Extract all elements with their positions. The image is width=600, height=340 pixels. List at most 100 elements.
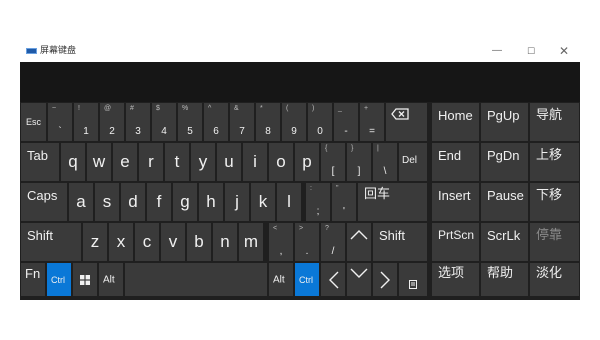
key-z[interactable]: z bbox=[83, 223, 107, 261]
key-5[interactable]: % 5 bbox=[178, 103, 202, 141]
key-base-label: 5 bbox=[187, 126, 193, 137]
key-4[interactable]: $ 4 bbox=[152, 103, 176, 141]
key-label: t bbox=[174, 152, 180, 171]
key-help[interactable]: 帮助 bbox=[481, 263, 528, 296]
key-move-down[interactable]: 下移 bbox=[530, 183, 579, 221]
key-label: h bbox=[206, 192, 216, 211]
key-nav[interactable]: 导航 bbox=[530, 103, 579, 141]
key-q[interactable]: q bbox=[61, 143, 85, 181]
key-i[interactable]: i bbox=[243, 143, 267, 181]
key-s[interactable]: s bbox=[95, 183, 119, 221]
key-minus[interactable]: _ - bbox=[334, 103, 358, 141]
key-6[interactable]: ^ 6 bbox=[204, 103, 228, 141]
key-f[interactable]: f bbox=[147, 183, 171, 221]
key-backtick[interactable]: ~ ` bbox=[48, 103, 72, 141]
key-fade[interactable]: 淡化 bbox=[530, 263, 579, 296]
key-8[interactable]: * 8 bbox=[256, 103, 280, 141]
key-ctrl-left[interactable]: Ctrl bbox=[47, 263, 71, 296]
key-y[interactable]: y bbox=[191, 143, 215, 181]
arrow-up-icon bbox=[347, 223, 371, 261]
key-end[interactable]: End bbox=[432, 143, 479, 181]
key-arrow-down[interactable] bbox=[347, 263, 371, 296]
title-bar bbox=[0, 40, 600, 62]
key-prtscn[interactable]: PrtScn bbox=[432, 223, 479, 261]
key-shift-left[interactable]: Shift bbox=[21, 223, 81, 261]
key-insert[interactable]: Insert bbox=[432, 183, 479, 221]
key-label: Shift bbox=[27, 228, 54, 243]
key-w[interactable]: w bbox=[87, 143, 111, 181]
key-7[interactable]: & 7 bbox=[230, 103, 254, 141]
key-shift-label: ^ bbox=[208, 105, 212, 112]
key-quote[interactable]: " ' bbox=[332, 183, 356, 221]
minimize-button[interactable]: — bbox=[490, 44, 504, 58]
key-label: a bbox=[76, 192, 86, 211]
key-e[interactable]: e bbox=[113, 143, 137, 181]
key-pgdn[interactable]: PgDn bbox=[481, 143, 528, 181]
key-g[interactable]: g bbox=[173, 183, 197, 221]
key-move-up[interactable]: 上移 bbox=[530, 143, 579, 181]
key-menu[interactable] bbox=[399, 263, 427, 296]
key-scrlk[interactable]: ScrLk bbox=[481, 223, 528, 261]
key-shift-right[interactable]: Shift bbox=[373, 223, 427, 261]
key-shift-label: < bbox=[273, 225, 278, 232]
key-pgup[interactable]: PgUp bbox=[481, 103, 528, 141]
key-right-bracket[interactable]: } ] bbox=[347, 143, 371, 181]
key-arrow-left[interactable] bbox=[321, 263, 345, 296]
key-label: 停靠 bbox=[536, 228, 563, 243]
key-enter[interactable]: 回车 bbox=[358, 183, 427, 221]
key-left-bracket[interactable]: { [ bbox=[321, 143, 345, 181]
key-9[interactable]: ( 9 bbox=[282, 103, 306, 141]
key-semicolon[interactable]: : ; bbox=[306, 183, 330, 221]
key-l[interactable]: l bbox=[277, 183, 301, 221]
key-v[interactable]: v bbox=[161, 223, 185, 261]
key-backslash[interactable]: | \ bbox=[373, 143, 397, 181]
key-backspace[interactable] bbox=[386, 103, 427, 141]
key-alt-right[interactable]: Alt bbox=[269, 263, 293, 296]
key-period[interactable]: > . bbox=[295, 223, 319, 261]
key-fn[interactable]: Fn bbox=[21, 263, 45, 296]
key-esc[interactable]: Esc bbox=[21, 103, 46, 141]
key-alt-left[interactable]: Alt bbox=[99, 263, 123, 296]
key-a[interactable]: a bbox=[69, 183, 93, 221]
key-caps[interactable]: Caps bbox=[21, 183, 67, 221]
key-p[interactable]: p bbox=[295, 143, 319, 181]
key-r[interactable]: r bbox=[139, 143, 163, 181]
key-j[interactable]: j bbox=[225, 183, 249, 221]
key-d[interactable]: d bbox=[121, 183, 145, 221]
key-slash[interactable]: ? / bbox=[321, 223, 345, 261]
key-label: o bbox=[276, 152, 286, 171]
key-1[interactable]: ! 1 bbox=[74, 103, 98, 141]
key-t[interactable]: t bbox=[165, 143, 189, 181]
key-tab[interactable]: Tab bbox=[21, 143, 59, 181]
key-del[interactable]: Del bbox=[399, 143, 427, 181]
maximize-button[interactable]: ☐ bbox=[524, 44, 538, 58]
key-k[interactable]: k bbox=[251, 183, 275, 221]
key-windows[interactable] bbox=[73, 263, 97, 296]
key-x[interactable]: x bbox=[109, 223, 133, 261]
key-ctrl-right[interactable]: Ctrl bbox=[295, 263, 319, 296]
close-button[interactable]: ✕ bbox=[557, 44, 571, 58]
key-options[interactable]: 选项 bbox=[432, 263, 479, 296]
key-c[interactable]: c bbox=[135, 223, 159, 261]
key-label: PgDn bbox=[487, 148, 520, 163]
key-label: PgUp bbox=[487, 108, 520, 123]
key-dock[interactable]: 停靠 bbox=[530, 223, 579, 261]
key-h[interactable]: h bbox=[199, 183, 223, 221]
key-u[interactable]: u bbox=[217, 143, 241, 181]
key-o[interactable]: o bbox=[269, 143, 293, 181]
key-arrow-up[interactable] bbox=[347, 223, 371, 261]
key-arrow-right[interactable] bbox=[373, 263, 397, 296]
key-0[interactable]: ) 0 bbox=[308, 103, 332, 141]
key-n[interactable]: n bbox=[213, 223, 237, 261]
key-b[interactable]: b bbox=[187, 223, 211, 261]
key-2[interactable]: @ 2 bbox=[100, 103, 124, 141]
key-pause[interactable]: Pause bbox=[481, 183, 528, 221]
key-label: PrtScn bbox=[438, 228, 475, 242]
key-m[interactable]: m bbox=[239, 223, 263, 261]
key-equals[interactable]: + = bbox=[360, 103, 384, 141]
key-3[interactable]: # 3 bbox=[126, 103, 150, 141]
key-space[interactable] bbox=[125, 263, 267, 296]
key-comma[interactable]: < , bbox=[269, 223, 293, 261]
key-home[interactable]: Home bbox=[432, 103, 479, 141]
key-label: y bbox=[198, 152, 208, 171]
